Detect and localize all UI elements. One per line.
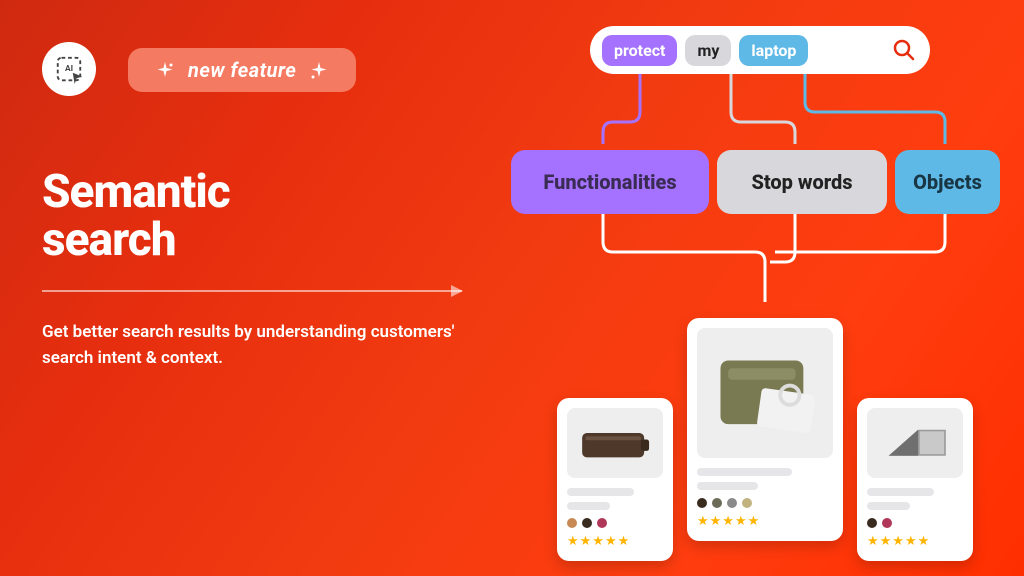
category-objects: Objects (895, 150, 1000, 214)
title-line-1: Semantic (42, 165, 230, 219)
rating-stars: ★★★★★ (867, 534, 963, 549)
page-title: Semantic search (42, 168, 230, 265)
sparkle-icon (156, 61, 174, 79)
color-swatches (567, 518, 663, 528)
color-swatches (867, 518, 963, 528)
title-line-2: search (42, 213, 176, 267)
semantic-diagram: protect my laptop Functionalities Stop w… (495, 22, 1005, 562)
swatch[interactable] (742, 498, 752, 508)
rating-stars: ★★★★★ (567, 534, 663, 549)
page-subtitle: Get better search results by understandi… (42, 320, 462, 371)
swatch[interactable] (712, 498, 722, 508)
swatch[interactable] (567, 518, 577, 528)
rating-stars: ★★★★★ (697, 514, 833, 529)
category-label: Objects (913, 170, 982, 194)
swatch[interactable] (882, 518, 892, 528)
new-feature-badge: new feature (128, 48, 356, 92)
placeholder-line (697, 468, 792, 476)
sparkle-icon (310, 61, 328, 79)
result-card[interactable]: ★★★★★ (557, 398, 673, 561)
new-feature-label: new feature (188, 58, 296, 82)
search-chip-my[interactable]: my (685, 35, 731, 66)
swatch[interactable] (727, 498, 737, 508)
product-image (697, 328, 833, 458)
swatch[interactable] (582, 518, 592, 528)
category-functionalities: Functionalities (511, 150, 709, 214)
placeholder-line (867, 488, 934, 496)
placeholder-line (567, 502, 610, 510)
swatch[interactable] (597, 518, 607, 528)
brand-logo-badge: AI (42, 42, 96, 96)
product-image (567, 408, 663, 478)
result-card[interactable]: ★★★★★ (857, 398, 973, 561)
result-card[interactable]: ★★★★★ (687, 318, 843, 541)
svg-text:AI: AI (65, 64, 73, 74)
product-image (867, 408, 963, 478)
category-stop-words: Stop words (717, 150, 887, 214)
placeholder-line (697, 482, 758, 490)
color-swatches (697, 498, 833, 508)
search-chip-laptop[interactable]: laptop (739, 35, 808, 66)
divider-arrow (42, 290, 462, 292)
ai-cursor-icon: AI (54, 54, 84, 84)
placeholder-line (867, 502, 910, 510)
category-label: Functionalities (543, 170, 676, 194)
category-label: Stop words (751, 170, 852, 194)
swatch[interactable] (697, 498, 707, 508)
placeholder-line (567, 488, 634, 496)
search-icon[interactable] (892, 38, 916, 62)
search-bar[interactable]: protect my laptop (590, 26, 930, 74)
swatch[interactable] (867, 518, 877, 528)
search-chip-protect[interactable]: protect (602, 35, 677, 66)
